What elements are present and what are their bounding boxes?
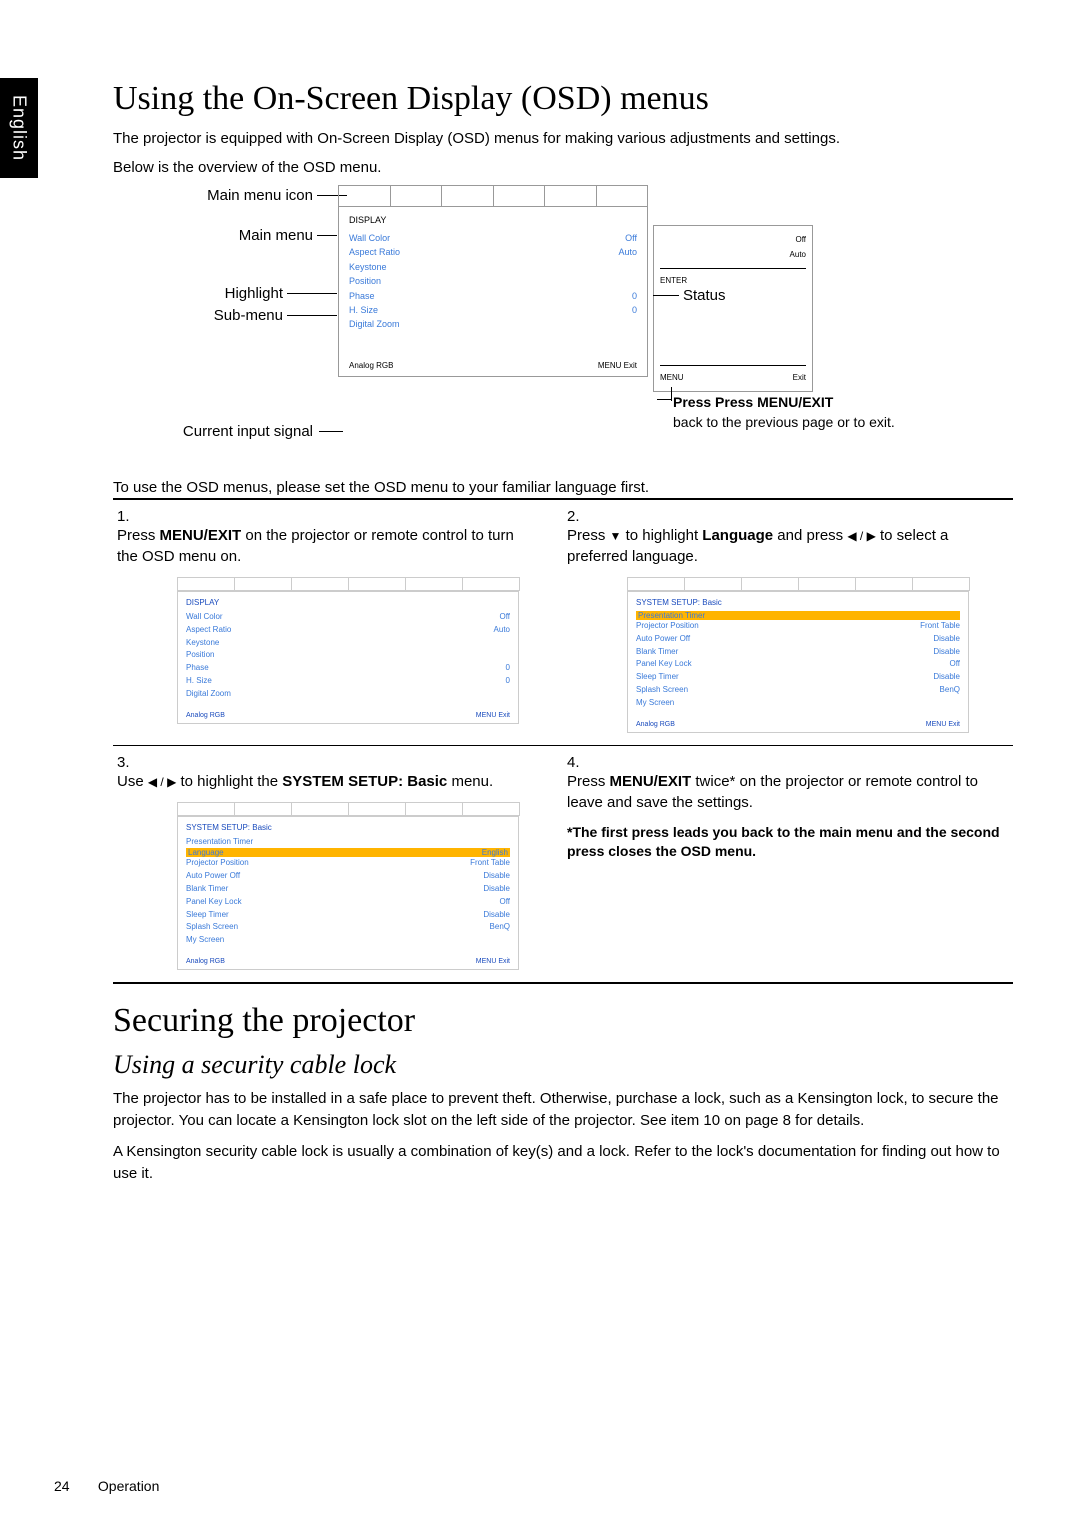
label-main-menu: Main menu bbox=[113, 227, 313, 244]
step-num: 4. bbox=[567, 754, 593, 771]
osd-row-k: Phase bbox=[349, 289, 375, 303]
intro-1: The projector is equipped with On-Screen… bbox=[113, 128, 1013, 151]
kw-menu-exit: MENU/EXIT bbox=[160, 527, 242, 544]
kw-menu-exit: MENU/EXIT bbox=[610, 773, 692, 790]
osd-body: DISPLAY Wall Color Off Aspect Ratio Auto K… bbox=[338, 207, 648, 377]
kw-language: Language bbox=[702, 527, 773, 544]
osd-row-v: Auto bbox=[618, 245, 637, 259]
step-3: 3. Use ◀ / ▶ to highlight the SYSTEM SET… bbox=[113, 746, 563, 982]
mini-osd-sys1: SYSTEM SETUP: Basic Presentation Timer P… bbox=[627, 577, 969, 733]
osd-tab bbox=[391, 186, 443, 206]
intro-2: Below is the overview of the OSD menu. bbox=[113, 157, 1013, 180]
osd-row-v: 0 bbox=[632, 303, 637, 317]
down-arrow-icon: ▼ bbox=[610, 529, 622, 543]
mini-osd-sys2: SYSTEM SETUP: Basic Presentation Timer L… bbox=[177, 802, 519, 970]
osd-tab bbox=[597, 186, 648, 206]
osd-row-k: Keystone bbox=[349, 260, 387, 274]
heading-osd: Using the On-Screen Display (OSD) menus bbox=[113, 80, 1013, 118]
language-tab-text: English bbox=[9, 95, 30, 161]
osd-row-k: Wall Color bbox=[349, 231, 390, 245]
step-num: 3. bbox=[117, 754, 143, 771]
kw-system-setup: SYSTEM SETUP: Basic bbox=[282, 773, 447, 790]
osd-row-k: H. Size bbox=[349, 303, 378, 317]
osd-row-v: Off bbox=[625, 231, 637, 245]
side-footer-l: MENU bbox=[660, 370, 684, 385]
instruction-text: To use the OSD menus, please set the OSD… bbox=[113, 479, 1013, 496]
step-2: 2. Press ▼ to highlight Language and pre… bbox=[563, 500, 1013, 745]
footer-section: Operation bbox=[98, 1478, 159, 1494]
osd-panel-title: DISPLAY bbox=[349, 215, 637, 225]
step-1: 1. Press MENU/EXIT on the projector or r… bbox=[113, 500, 563, 745]
osd-overview-diagram: Main menu icon Main menu Highlight Sub-m… bbox=[113, 185, 1013, 475]
osd-tab bbox=[339, 186, 391, 206]
osd-panel-main: DISPLAY Wall Color Off Aspect Ratio Auto K… bbox=[338, 185, 648, 377]
osd-footer-right: MENU Exit bbox=[598, 361, 637, 370]
mini-osd-display: DISPLAY Wall ColorOff Aspect RatioAuto K… bbox=[177, 577, 519, 724]
label-status: Status bbox=[683, 287, 726, 304]
language-tab: English bbox=[0, 78, 38, 178]
osd-row-k: Position bbox=[349, 274, 381, 288]
label-main-icon: Main menu icon bbox=[113, 187, 313, 204]
secure-p1: The projector has to be installed in a s… bbox=[113, 1088, 1013, 1133]
step-num: 1. bbox=[117, 508, 143, 525]
highlight-row: LanguageEnglish bbox=[186, 848, 510, 857]
page-footer: 24 Operation bbox=[54, 1478, 1026, 1494]
press-menu-note: Press Press MENU/EXIT back to the previo… bbox=[673, 393, 895, 432]
step-4: 4. Press MENU/EXIT twice* on the project… bbox=[563, 746, 1013, 982]
highlight-row: Presentation Timer bbox=[636, 611, 960, 620]
step-4-note: *The first press leads you back to the m… bbox=[567, 823, 1009, 862]
press-back-text: back to the previous page or to exit. bbox=[673, 414, 895, 430]
label-highlight: Highlight bbox=[113, 285, 283, 302]
osd-tab bbox=[442, 186, 494, 206]
osd-tab bbox=[494, 186, 546, 206]
osd-footer-left: Analog RGB bbox=[349, 361, 393, 370]
step-num: 2. bbox=[567, 508, 593, 525]
mini-title: SYSTEM SETUP: Basic bbox=[636, 598, 960, 607]
page-number: 24 bbox=[54, 1478, 94, 1494]
label-sub-menu: Sub-menu bbox=[113, 307, 283, 324]
mini-title: SYSTEM SETUP: Basic bbox=[186, 823, 510, 832]
label-current-input: Current input signal bbox=[113, 423, 313, 440]
page-content: Using the On-Screen Display (OSD) menus … bbox=[113, 80, 1013, 1194]
left-right-arrow-icon: ◀ / ▶ bbox=[847, 529, 875, 543]
osd-tab bbox=[545, 186, 597, 206]
heading-securing: Securing the projector bbox=[113, 1002, 1013, 1040]
side-v: Off bbox=[795, 232, 806, 247]
subheading-lock: Using a security cable lock bbox=[113, 1050, 1013, 1080]
mini-title: DISPLAY bbox=[186, 598, 510, 607]
side-footer-r: Exit bbox=[793, 370, 806, 385]
osd-tab-bar bbox=[338, 185, 648, 207]
side-v: Auto bbox=[790, 247, 806, 262]
left-right-arrow-icon: ◀ / ▶ bbox=[148, 775, 176, 789]
secure-p2: A Kensington security cable lock is usua… bbox=[113, 1141, 1013, 1186]
osd-side-panel: Off Auto ENTER MENU Exit bbox=[653, 225, 813, 392]
press-menu-kw: Press MENU/EXIT bbox=[715, 394, 833, 410]
steps-table: 1. Press MENU/EXIT on the projector or r… bbox=[113, 498, 1013, 984]
osd-row-v: 0 bbox=[632, 289, 637, 303]
osd-row-k: Digital Zoom bbox=[349, 317, 400, 331]
osd-row-k: Aspect Ratio bbox=[349, 245, 400, 259]
